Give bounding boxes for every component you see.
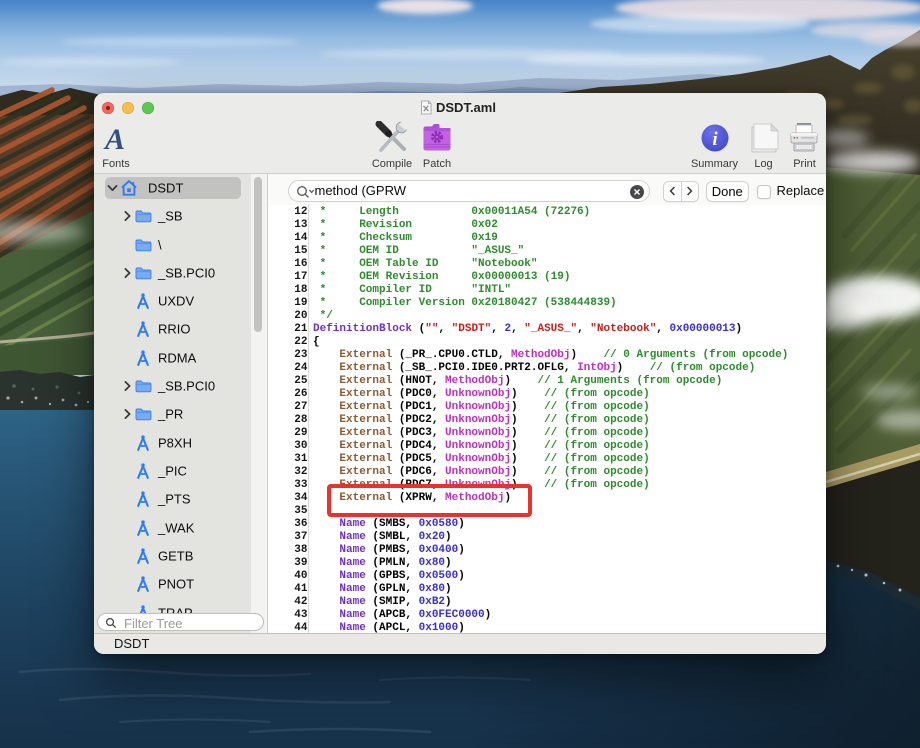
svg-text:i: i [712, 129, 718, 150]
